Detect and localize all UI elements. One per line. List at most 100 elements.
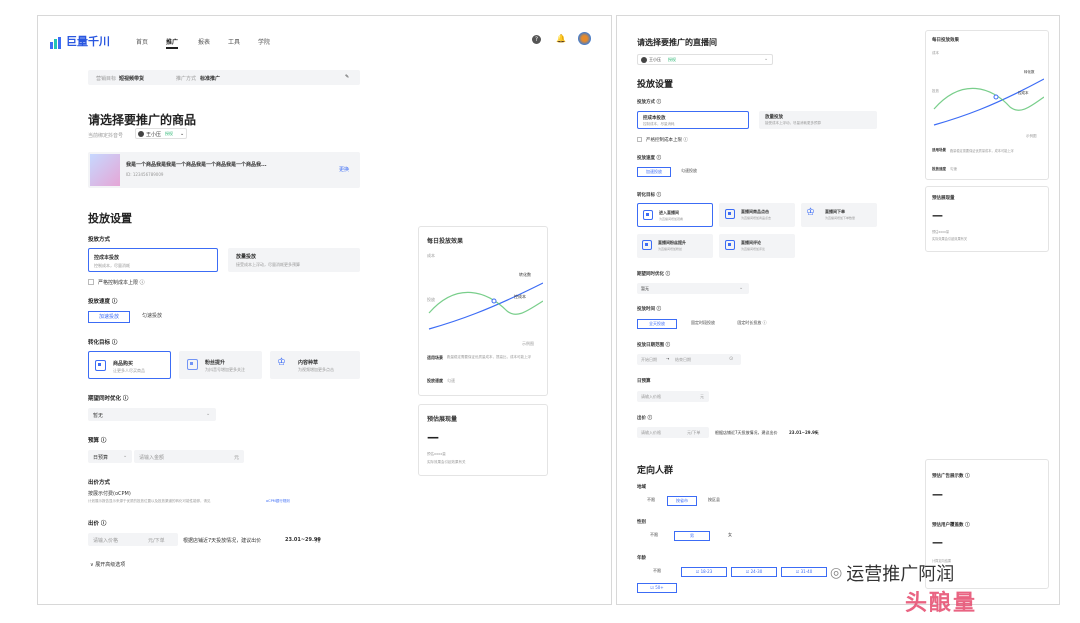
- date-range-input[interactable]: 开始日期 → 结束日期 ⊙: [637, 354, 741, 365]
- budget-placeholder: 请输入价格: [641, 394, 661, 399]
- enter-live-icon: [643, 210, 653, 220]
- method-volume[interactable]: 放量投放 接受成本上浮动，尽量消耗更多预算: [759, 111, 877, 129]
- change-product-link[interactable]: 更换: [339, 166, 349, 173]
- nav-reports[interactable]: 报表: [198, 37, 210, 46]
- age-18-23[interactable]: ☑ 18-23: [681, 567, 727, 577]
- effect-ctrl-label: 控成本: [1018, 91, 1029, 95]
- effect-cost-label: 成本: [932, 51, 939, 55]
- opt-label: 期望同时优化 ⓘ: [88, 396, 129, 402]
- method-control-cost[interactable]: 控成本投放 控制成本，尽量消耗: [637, 111, 749, 129]
- effect-conv-label: 转化数: [1024, 70, 1035, 74]
- crown-icon: ♔: [277, 357, 286, 368]
- gender-male[interactable]: 男: [674, 531, 710, 541]
- conv-content[interactable]: ♔ 内容种草 为视频增加更多点击: [270, 351, 360, 379]
- opt-label: 期望同时优化 ⓘ: [637, 272, 671, 277]
- opt-select[interactable]: 暂无 ⌄: [637, 283, 749, 294]
- conv-comment[interactable]: 直播间评论 为直播间增加评论: [719, 234, 795, 258]
- product-click-icon: [725, 209, 735, 219]
- budget-placeholder: 请输入金额: [139, 455, 165, 461]
- budget-input[interactable]: 请输入金额 元: [134, 450, 244, 463]
- conv-enter-live[interactable]: 进入直播间 为直播间增加观看: [637, 203, 713, 227]
- time-label: 投放时间 ⓘ: [637, 307, 662, 312]
- date-start: 开始日期: [641, 357, 657, 362]
- product-thumbnail: [90, 154, 120, 186]
- summary-bar[interactable]: 营销目标 短视频带货 推广方式 标准推广 ✎: [88, 70, 360, 85]
- age-any[interactable]: 不限: [637, 567, 677, 577]
- region-province[interactable]: 按省市: [667, 496, 697, 506]
- live-selector[interactable]: 王小压 授权 ⌄: [637, 54, 773, 65]
- region-any[interactable]: 不限: [637, 496, 665, 506]
- effect-title: 每日投放效果: [427, 238, 464, 245]
- strict-cost-checkbox[interactable]: [637, 137, 642, 142]
- time-all-day[interactable]: 全天投放: [637, 319, 677, 329]
- account-selector[interactable]: 王小压 授权 ⌄: [135, 128, 187, 139]
- method-volume[interactable]: 放量投放 接受成本上浮动，尽量消耗更多预算: [228, 248, 360, 272]
- edit-icon[interactable]: ✎: [345, 74, 349, 80]
- live-fans-icon: [642, 240, 652, 250]
- conv-live-fans[interactable]: 直播间粉丝提升 为直播间增加粉丝: [637, 234, 713, 258]
- speed-info-label: 投放速度: [427, 378, 443, 383]
- region-district[interactable]: 按区县: [699, 496, 729, 506]
- age-24-30[interactable]: ☑ 24-30: [731, 567, 777, 577]
- account-badge: 授权: [165, 131, 173, 136]
- budget-input[interactable]: 请输入价格 元: [637, 391, 709, 402]
- gender-female[interactable]: 女: [713, 531, 747, 541]
- speed-label: 投放速度 ⓘ: [637, 156, 662, 161]
- brand-name: 巨量千川: [66, 35, 110, 48]
- help-icon[interactable]: ?: [532, 35, 541, 44]
- nav-promote[interactable]: 推广: [166, 37, 178, 46]
- expand-advanced-link[interactable]: ∨ 展开高级选项: [90, 561, 125, 568]
- opt-value: 暂无: [93, 413, 104, 419]
- bid-input[interactable]: 请输入价格 元/下单: [88, 533, 178, 546]
- gender-any[interactable]: 不限: [637, 531, 671, 541]
- bid-label: 出价 ⓘ: [88, 521, 107, 527]
- estimate-card: 预估展现量 — 预估xxxx量 实际效果会引起效果有关: [925, 186, 1049, 252]
- nav-academy[interactable]: 学院: [258, 37, 270, 46]
- speed-even[interactable]: 匀速投放: [672, 167, 706, 177]
- bid-input[interactable]: 请输入价格 元/下单: [637, 427, 709, 438]
- avatar[interactable]: [578, 32, 591, 45]
- speed-fast[interactable]: 加速投放: [88, 311, 130, 323]
- chevron-down-icon: ⌄: [739, 285, 744, 291]
- opt-select[interactable]: 暂无 ⌄: [88, 408, 216, 421]
- effect-cost-label: 成本: [427, 253, 435, 258]
- conv-product-click[interactable]: 直播间商品点击 为直播间增加商品点击: [719, 203, 795, 227]
- nav-home[interactable]: 首页: [136, 37, 148, 46]
- watermark-logo: 头酿量: [905, 591, 978, 616]
- nav-tools[interactable]: 工具: [228, 37, 240, 46]
- product-id: ID: 123456789009: [126, 172, 164, 177]
- bell-icon[interactable]: 🔔: [556, 34, 566, 43]
- speed-info-value: 匀速: [447, 378, 455, 383]
- method-b-desc: 接受成本上浮动，尽量消耗更多预算: [236, 262, 300, 267]
- conv-fans[interactable]: 粉丝提升 为抖音号增加更多关注: [179, 351, 262, 379]
- method-b-desc: 接受成本上浮动，尽量消耗更多预算: [765, 121, 821, 125]
- bid-placeholder: 请输入价格: [93, 538, 119, 544]
- speed-label: 投放速度 ⓘ: [88, 299, 118, 305]
- age-31-40[interactable]: ☑ 31-40: [781, 567, 827, 577]
- budget-type-select[interactable]: 日预算 ⌄: [88, 450, 132, 463]
- conv-content-title: 内容种草: [298, 360, 319, 366]
- age-50-plus[interactable]: ☑ 50+: [637, 583, 677, 593]
- speed-even[interactable]: 匀速投放: [131, 311, 173, 323]
- conv-opt-title: 直播间粉丝提升: [658, 240, 686, 245]
- time-fixed-slot[interactable]: 固定时段投放: [680, 319, 726, 329]
- bid-yuan: 元: [815, 430, 819, 435]
- conv-order[interactable]: ♔ 直播间下单 为直播间增加下单数量: [801, 203, 877, 227]
- goal-label: 营销目标: [96, 76, 117, 82]
- estimate-value: —: [427, 430, 439, 444]
- time-fixed-duration[interactable]: 固定时长投放 ⓘ: [727, 319, 777, 329]
- mode-label: 推广方式: [176, 76, 197, 82]
- speed-info-label: 投放速度: [932, 167, 946, 171]
- strict-cost-checkbox[interactable]: [88, 279, 94, 285]
- speed-fast[interactable]: 加速投放: [637, 167, 671, 177]
- live-avatar: [641, 57, 647, 63]
- bid-unit: 元/下单: [148, 538, 165, 544]
- method-control-cost[interactable]: 控成本投放 控制成本，尽量消耗: [88, 248, 218, 272]
- settings-title: 投放设置: [88, 212, 132, 225]
- conv-purchase-title: 商品购买: [113, 361, 134, 367]
- bid-hint: 根据店铺近7天投放情况，建议出价: [183, 538, 262, 544]
- bid-rule-link[interactable]: oCPM银行规则: [266, 499, 290, 504]
- budget-type: 日预算: [93, 455, 109, 461]
- conv-opt-title: 直播间下单: [825, 209, 845, 214]
- conv-purchase[interactable]: 商品购买 让更多人尽买商品: [88, 351, 171, 379]
